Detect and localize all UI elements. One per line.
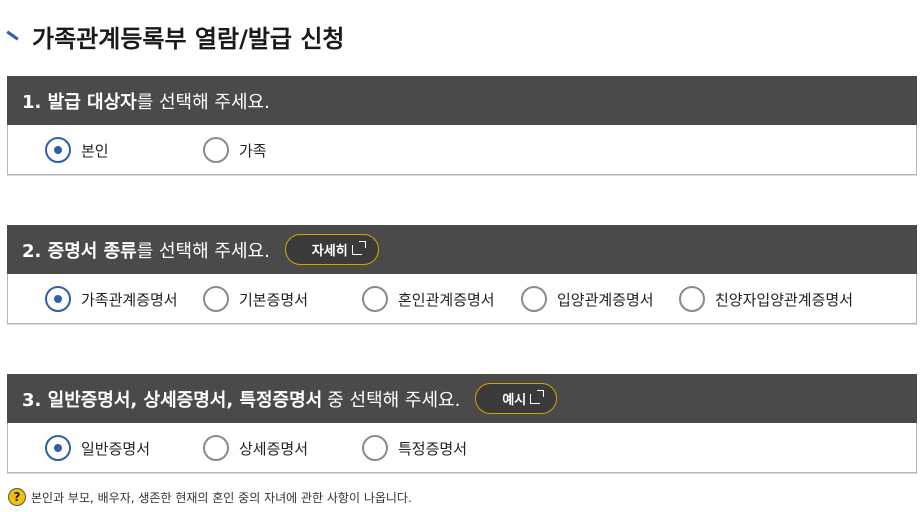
help-note-text: 본인과 부모, 배우자, 생존한 현재의 혼인 중의 자녀에 관한 사항이 나옵… bbox=[31, 490, 412, 505]
radio-label: 일반증명서 bbox=[81, 439, 151, 458]
radio-circle-icon bbox=[45, 137, 71, 163]
section-header: 1. 발급 대상자 를 선택해 주세요. bbox=[7, 76, 917, 125]
radio-marriage-cert[interactable]: 혼인관계증명서 bbox=[362, 285, 495, 313]
radio-full-adoption-cert[interactable]: 친양자입양관계증명서 bbox=[679, 285, 853, 313]
page-title-bar: 가족관계등록부 열람/발급 신청 bbox=[6, 20, 345, 53]
radio-label: 기본증명서 bbox=[239, 290, 309, 309]
radio-label: 혼인관계증명서 bbox=[398, 290, 495, 309]
section-heading-bold: 2. 증명서 종류 bbox=[22, 240, 137, 262]
external-link-icon bbox=[530, 389, 545, 404]
section-heading-bold: 1. 발급 대상자 bbox=[22, 91, 137, 113]
radio-circle-icon bbox=[521, 286, 547, 312]
radio-circle-icon bbox=[362, 435, 388, 461]
section-issue-target: 1. 발급 대상자 를 선택해 주세요. 본인 가족 bbox=[7, 76, 917, 176]
section-certificate-scope: 3. 일반증명서, 상세증명서, 특정증명서 중 선택해 주세요. 예시 일반증명… bbox=[7, 374, 917, 474]
external-link-icon bbox=[351, 240, 366, 255]
help-note: ? 본인과 부모, 배우자, 생존한 현재의 혼인 중의 자녀에 관한 사항이 … bbox=[8, 488, 412, 506]
radio-basic-cert[interactable]: 기본증명서 bbox=[203, 285, 308, 313]
section-heading-rest: 중 선택해 주세요. bbox=[327, 389, 461, 411]
section-heading-bold: 3. 일반증명서, 상세증명서, 특정증명서 bbox=[22, 389, 323, 411]
radio-label: 친양자입양관계증명서 bbox=[715, 290, 854, 309]
radio-self[interactable]: 본인 bbox=[45, 136, 109, 164]
radio-label: 특정증명서 bbox=[398, 439, 468, 458]
radio-family[interactable]: 가족 bbox=[203, 136, 267, 164]
radio-circle-icon bbox=[203, 286, 229, 312]
radio-circle-icon bbox=[203, 435, 229, 461]
radio-family-relation-cert[interactable]: 가족관계증명서 bbox=[45, 285, 178, 313]
details-button-label: 자세히 bbox=[311, 244, 348, 259]
page-title: 가족관계등록부 열람/발급 신청 bbox=[32, 24, 345, 53]
radio-label: 가족관계증명서 bbox=[81, 290, 178, 309]
radio-circle-icon bbox=[362, 286, 388, 312]
radio-circle-icon bbox=[679, 286, 705, 312]
example-button[interactable]: 예시 bbox=[475, 383, 558, 414]
radio-label: 가족 bbox=[239, 141, 267, 160]
radio-adoption-cert[interactable]: 입양관계증명서 bbox=[521, 285, 654, 313]
radio-specific-cert[interactable]: 특정증명서 bbox=[362, 434, 467, 462]
radio-circle-icon bbox=[45, 286, 71, 312]
section-header: 3. 일반증명서, 상세증명서, 특정증명서 중 선택해 주세요. 예시 bbox=[7, 374, 917, 423]
title-marker-icon bbox=[6, 29, 20, 43]
radio-group-certificate-type: 가족관계증명서 기본증명서 혼인관계증명서 입양관계증명서 친양자입양관계증명서 bbox=[7, 274, 917, 325]
radio-group-target: 본인 가족 bbox=[7, 125, 917, 176]
radio-circle-icon bbox=[45, 435, 71, 461]
radio-general-cert[interactable]: 일반증명서 bbox=[45, 434, 150, 462]
radio-circle-icon bbox=[203, 137, 229, 163]
section-heading-rest: 를 선택해 주세요. bbox=[136, 240, 270, 262]
radio-label: 입양관계증명서 bbox=[557, 290, 654, 309]
section-heading-rest: 를 선택해 주세요. bbox=[136, 91, 270, 113]
radio-label: 상세증명서 bbox=[239, 439, 309, 458]
example-button-label: 예시 bbox=[502, 393, 527, 408]
details-button[interactable]: 자세히 bbox=[284, 234, 379, 265]
question-icon: ? bbox=[8, 488, 26, 506]
radio-detailed-cert[interactable]: 상세증명서 bbox=[203, 434, 308, 462]
radio-group-certificate-scope: 일반증명서 상세증명서 특정증명서 bbox=[7, 423, 917, 474]
section-certificate-type: 2. 증명서 종류 를 선택해 주세요. 자세히 가족관계증명서 기본증명서 혼인… bbox=[7, 225, 917, 325]
section-header: 2. 증명서 종류 를 선택해 주세요. 자세히 bbox=[7, 225, 917, 274]
radio-label: 본인 bbox=[81, 141, 109, 160]
